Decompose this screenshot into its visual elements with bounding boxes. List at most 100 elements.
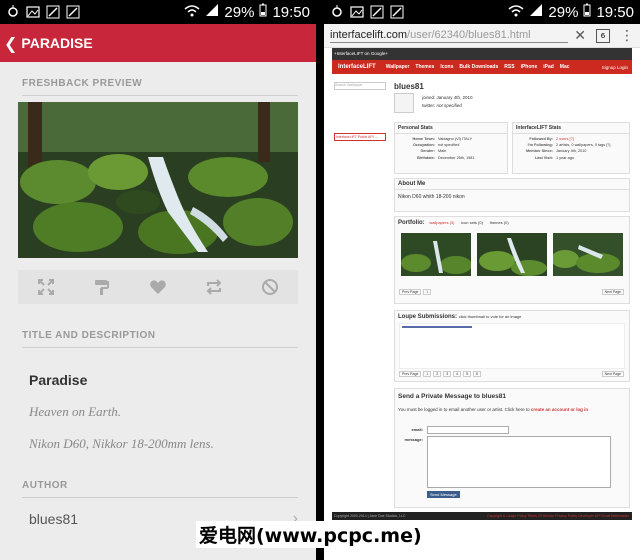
- expand-icon[interactable]: [35, 276, 57, 298]
- nav-rss[interactable]: RSS: [504, 64, 514, 70]
- nav-wallpaper[interactable]: Wallpaper: [386, 64, 410, 70]
- portfolio-thumbnail[interactable]: [401, 233, 472, 276]
- nav-mac[interactable]: Mac: [560, 64, 570, 70]
- next-page-button[interactable]: Next Page: [601, 371, 624, 377]
- message-textarea[interactable]: [427, 436, 611, 488]
- page-button[interactable]: 6: [473, 371, 481, 377]
- notification-icon: [330, 5, 344, 19]
- stat-key: Last Visit:: [534, 155, 553, 160]
- back-chevron-icon[interactable]: ❮: [4, 34, 17, 53]
- next-page-button[interactable]: Next Page: [601, 289, 624, 295]
- stat-value: 1 year ago: [556, 155, 574, 160]
- site-search-input[interactable]: Search Wallpaper: [334, 82, 386, 90]
- email-label: email:: [411, 427, 423, 432]
- page-button[interactable]: 1: [423, 371, 432, 377]
- status-bar-right: 29% 19:50: [324, 0, 640, 24]
- repeat-icon[interactable]: [203, 276, 225, 298]
- wallpaper-preview[interactable]: [18, 102, 298, 258]
- tabs-count-icon[interactable]: 6: [596, 28, 610, 43]
- pm-text: You must be logged in to email another u…: [398, 407, 530, 412]
- portfolio-thumbnail[interactable]: [551, 233, 623, 276]
- personal-stats-box: Personal Stats Home Town: Valdagno (VI) I…: [394, 122, 508, 174]
- loupe-area[interactable]: [399, 323, 625, 369]
- status-bar: 29% 19:50: [0, 0, 316, 24]
- signal-icon: [529, 3, 543, 21]
- site-footer: Copyright 2000-2014 | Jane Doe Studios, …: [332, 512, 632, 520]
- page-1-button[interactable]: 1: [423, 289, 432, 295]
- personal-stats-title: Personal Stats: [395, 123, 507, 134]
- browser-url-bar: interfacelift.com/user/62340/blues81.htm…: [324, 24, 640, 48]
- clock: 19:50: [596, 3, 634, 21]
- heart-icon[interactable]: [147, 276, 169, 298]
- website-content: +InterfaceLIFT on Google+ InterfaceLIFT …: [332, 48, 632, 520]
- loupe-progress: [402, 326, 472, 328]
- nav-bulk-downloads[interactable]: Bulk Downloads: [459, 64, 498, 70]
- close-icon[interactable]: ✕: [574, 28, 586, 44]
- private-message-box: Send a Private Message to blues81 You mu…: [394, 388, 630, 508]
- google-plus-bar[interactable]: +InterfaceLIFT on Google+: [332, 48, 632, 60]
- profile-meta: joined: January 4th, 2010 twitter: not s…: [422, 94, 473, 110]
- signup-login[interactable]: Signup Login: [602, 65, 628, 70]
- paint-roller-icon[interactable]: [91, 276, 113, 298]
- page-button[interactable]: 4: [453, 371, 462, 377]
- nav-themes[interactable]: Themes: [415, 64, 434, 70]
- portfolio-label: Portfolio:: [398, 220, 425, 226]
- prev-page-button[interactable]: Prev Page: [399, 371, 422, 377]
- app-header[interactable]: ❮ PARADISE: [0, 24, 316, 62]
- loupe-title: Loupe Submissions:: [398, 314, 458, 320]
- portfolio-tab-wallpapers[interactable]: wallpapers (3): [429, 220, 454, 225]
- loupe-pager-next: Next Page: [601, 371, 625, 377]
- url-field[interactable]: interfacelift.com/user/62340/blues81.htm…: [330, 28, 569, 43]
- footer-copyright: Copyright 2000-2014 | Jane Doe Studios, …: [334, 514, 406, 518]
- portfolio-tab-icon-sets[interactable]: icon sets (0): [461, 220, 483, 225]
- site-nav: InterfaceLIFT Wallpaper Themes Icons Bul…: [332, 60, 632, 74]
- portfolio-thumbnail[interactable]: [477, 233, 547, 276]
- battery-percent: 29%: [548, 3, 579, 21]
- nav-ipad[interactable]: iPad: [543, 64, 554, 70]
- wallpaper-camera-info: Nikon D60, Nikkor 18-200mm lens.: [29, 436, 214, 451]
- create-account-link[interactable]: create an account or log in: [531, 407, 588, 412]
- site-logo[interactable]: InterfaceLIFT: [338, 64, 376, 70]
- nav-iphone[interactable]: iPhone: [521, 64, 538, 70]
- loupe-hint: click thumbnail to vote for an image: [458, 314, 522, 319]
- block-icon[interactable]: [259, 276, 281, 298]
- pm-title: Send a Private Message to blues81: [398, 393, 507, 400]
- public-api-link[interactable]: InterfaceLIFT Public API →: [334, 133, 386, 141]
- stat-value: Male: [438, 149, 447, 154]
- stat-key: Birthdate:: [417, 155, 435, 160]
- portfolio-pager: Prev Page 1: [399, 289, 432, 295]
- url-domain: interfacelift.com: [330, 28, 408, 41]
- photo-icon: [26, 5, 40, 19]
- prev-page-button[interactable]: Prev Page: [399, 289, 422, 295]
- site-left-column: Search Wallpaper InterfaceLIFT Public AP…: [332, 82, 388, 141]
- signal-icon: [205, 3, 219, 21]
- header-title: PARADISE: [21, 35, 93, 51]
- page-button[interactable]: 5: [463, 371, 472, 377]
- portfolio-pager-next: Next Page: [601, 289, 625, 295]
- page-button[interactable]: 2: [433, 371, 442, 377]
- email-field[interactable]: [427, 426, 509, 434]
- stat-value[interactable]: 2 users [?]: [556, 137, 574, 141]
- send-message-button[interactable]: Send Message: [427, 491, 460, 498]
- about-text: Nikon D60 whith 18-200 nikon: [398, 194, 465, 200]
- portfolio-tab-themes[interactable]: themes (0): [490, 220, 509, 225]
- wallpaper-title: Paradise: [29, 372, 88, 388]
- notification-icon: [6, 5, 20, 19]
- twitter-label: twitter:: [422, 103, 436, 108]
- page-button[interactable]: 3: [443, 371, 452, 377]
- profile-username: blues81: [394, 82, 424, 91]
- url-path: /user/62340/blues81.html: [407, 28, 531, 41]
- loupe-box: Loupe Submissions: click thumbnail to vo…: [394, 310, 630, 382]
- overflow-menu-icon[interactable]: ⋮: [620, 28, 634, 44]
- stat-value: January 4th, 2010: [556, 149, 587, 154]
- joined-label: joined:: [422, 95, 436, 100]
- battery-icon: [583, 3, 591, 21]
- left-screen: 29% 19:50 ❮ PARADISE FRESHBACK PREVIEW T…: [0, 0, 316, 560]
- battery-icon: [259, 3, 267, 21]
- author-label: AUTHOR: [22, 480, 298, 498]
- footer-links[interactable]: Copyright & Usage Policy Terms Of Servic…: [487, 512, 629, 520]
- profile-main: blues81 joined: January 4th, 2010 twitte…: [394, 82, 630, 508]
- nav-icons[interactable]: Icons: [440, 64, 453, 70]
- title-description-label: TITLE AND DESCRIPTION: [22, 330, 298, 348]
- edit-icon-2: [66, 5, 80, 19]
